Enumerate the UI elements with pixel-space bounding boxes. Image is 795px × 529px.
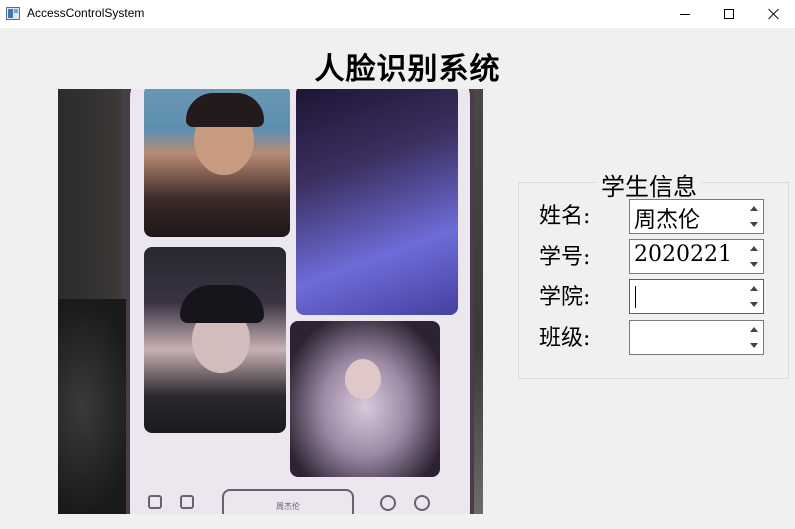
play-icon bbox=[380, 495, 396, 511]
camera-feed: 周杰伦 bbox=[58, 89, 483, 514]
student-info-groupbox: 学生信息 姓名: 周杰伦 学号: 2020221 学院: 班级: bbox=[518, 167, 789, 379]
spin-up-button[interactable] bbox=[745, 200, 763, 216]
student-id-field[interactable]: 2020221 bbox=[629, 239, 764, 274]
phone-photo-2 bbox=[296, 89, 458, 315]
spin-up-button[interactable] bbox=[745, 321, 763, 337]
app-window-icon bbox=[6, 7, 20, 20]
chevron-down-icon bbox=[750, 301, 758, 307]
home-icon bbox=[148, 495, 162, 509]
menu-icon bbox=[414, 495, 430, 511]
student-id-label: 学号: bbox=[539, 245, 591, 270]
phone-photo-1 bbox=[144, 89, 290, 237]
minimize-button[interactable] bbox=[662, 0, 708, 28]
close-button[interactable] bbox=[751, 0, 795, 28]
chevron-down-icon bbox=[750, 342, 758, 348]
student-info-title: 学生信息 bbox=[597, 167, 701, 202]
window-title: AccessControlSystem bbox=[27, 6, 145, 20]
name-value: 周杰伦 bbox=[634, 208, 701, 233]
phone-search-pill: 周杰伦 bbox=[222, 489, 354, 514]
text-caret bbox=[635, 286, 636, 308]
share-icon bbox=[180, 495, 194, 509]
page-title: 人脸识别系统 bbox=[314, 52, 501, 87]
college-spinner bbox=[745, 280, 763, 313]
chevron-up-icon bbox=[750, 245, 758, 251]
camera-foreground-shadow bbox=[58, 299, 138, 514]
maximize-button[interactable] bbox=[706, 0, 752, 28]
phone-in-frame: 周杰伦 bbox=[130, 89, 470, 514]
student-id-value: 2020221 bbox=[634, 242, 732, 267]
chevron-down-icon bbox=[750, 261, 758, 267]
minimize-icon bbox=[680, 13, 690, 15]
close-icon bbox=[768, 8, 780, 20]
student-id-spinner bbox=[745, 240, 763, 273]
name-label: 姓名: bbox=[539, 204, 591, 229]
spin-down-button[interactable] bbox=[745, 216, 763, 232]
name-field[interactable]: 周杰伦 bbox=[629, 199, 764, 234]
class-spinner bbox=[745, 321, 763, 354]
chevron-down-icon bbox=[750, 221, 758, 227]
spin-down-button[interactable] bbox=[745, 256, 763, 272]
college-label: 学院: bbox=[539, 285, 591, 310]
spin-up-button[interactable] bbox=[745, 280, 763, 296]
college-field[interactable] bbox=[629, 279, 764, 314]
spin-down-button[interactable] bbox=[745, 296, 763, 312]
maximize-icon bbox=[724, 9, 734, 19]
window-title-bar: AccessControlSystem bbox=[0, 0, 795, 28]
chevron-up-icon bbox=[750, 326, 758, 332]
phone-photo-4 bbox=[290, 321, 440, 477]
spin-up-button[interactable] bbox=[745, 240, 763, 256]
chevron-up-icon bbox=[750, 205, 758, 211]
name-spinner bbox=[745, 200, 763, 233]
class-label: 班级: bbox=[539, 326, 591, 351]
phone-photo-3 bbox=[144, 247, 286, 433]
class-field[interactable] bbox=[629, 320, 764, 355]
phone-nav-bar: 周杰伦 bbox=[144, 483, 454, 514]
spin-down-button[interactable] bbox=[745, 337, 763, 353]
chevron-up-icon bbox=[750, 285, 758, 291]
